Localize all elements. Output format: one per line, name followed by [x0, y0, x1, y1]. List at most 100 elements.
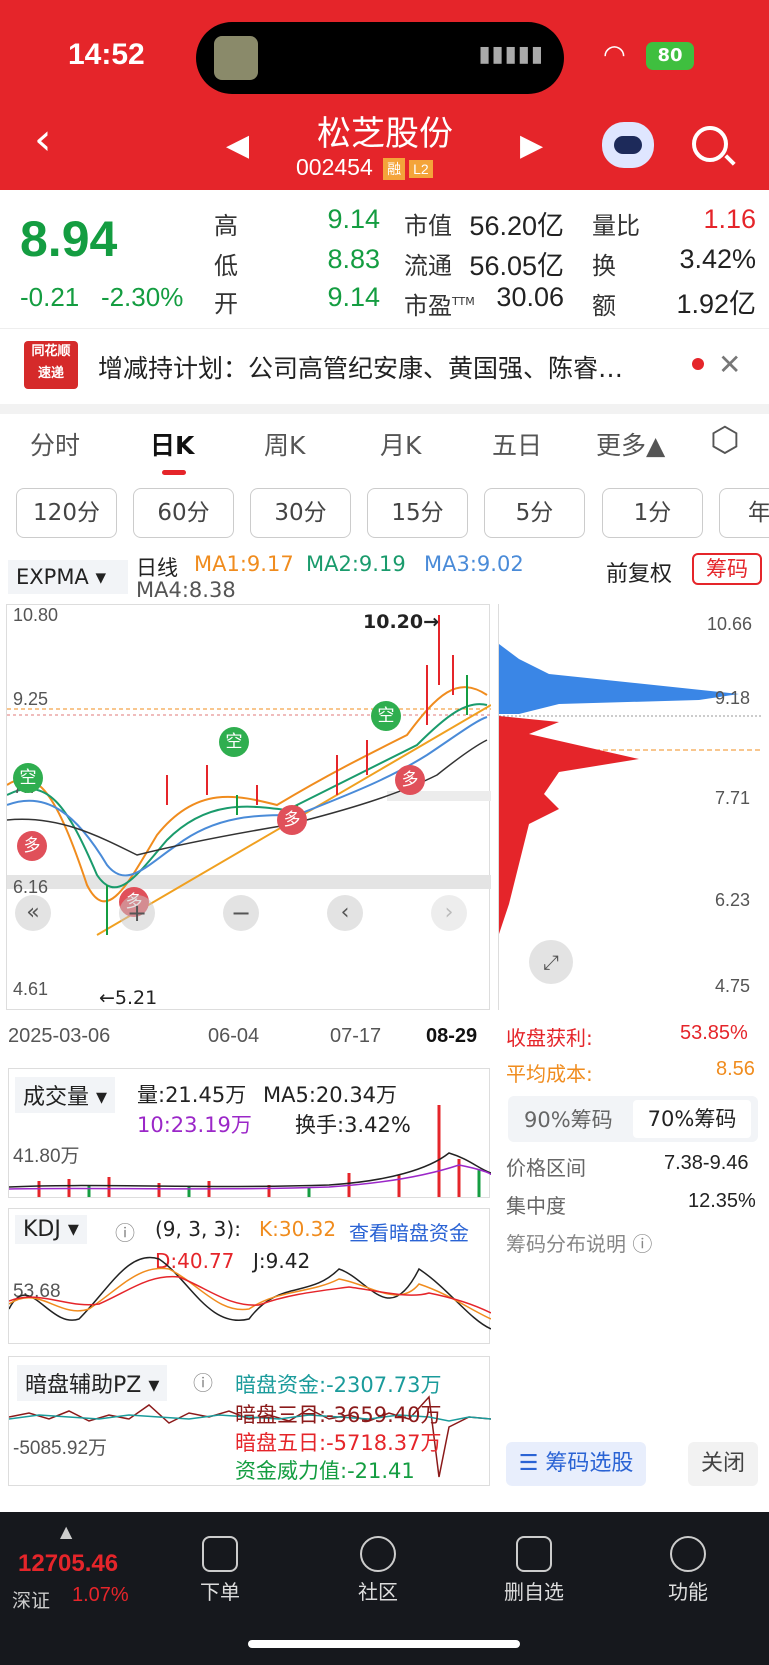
stock-code-row: 002454 融 L2 [296, 154, 433, 181]
amount-value: 1.92亿 [676, 289, 756, 319]
nav-community[interactable]: 社区 [328, 1576, 428, 1605]
tab-weekly-k[interactable]: 周K [264, 426, 305, 462]
zoom-out-icon[interactable]: − [223, 895, 259, 931]
kline-chart[interactable]: 10.80 9.25 7.7 6.16 4.61 10.20→ ←5.21 空 … [6, 604, 491, 1010]
ttm-mark: TTM [452, 295, 475, 308]
tab-five-day[interactable]: 五日 [492, 426, 542, 462]
period-15min[interactable]: 15分 [367, 488, 468, 538]
expand-icon[interactable]: ⤢ [529, 940, 573, 984]
nav-functions[interactable]: 功能 [638, 1576, 738, 1605]
y-axis-bottom: 4.61 [13, 979, 49, 999]
period-60min[interactable]: 60分 [133, 488, 234, 538]
price-range-label: 价格区间 [506, 1156, 586, 1180]
y-axis-mid: 9.25 [13, 689, 49, 709]
index-percent: 1.07% [72, 1584, 129, 1606]
news-headline: 增减持计划：公司高管纪安康、黄国强、陈睿… [98, 354, 624, 383]
chip-tab-90[interactable]: 90%筹码 [524, 1104, 613, 1134]
chip-y-4-75: 4.75 [715, 976, 751, 996]
expand-up-icon[interactable]: ▲ [60, 1522, 72, 1541]
zoom-in-icon[interactable]: + [119, 895, 155, 931]
period-30min[interactable]: 30分 [250, 488, 351, 538]
chip-y-9-18: 9.18 [715, 688, 751, 708]
nav-remove-watchlist[interactable]: 删自选 [484, 1576, 584, 1605]
dark-fund-panel[interactable]: 暗盘辅助PZ ▾ ⓘ 暗盘资金:-2307.73万 -5085.92万 暗盘三日… [8, 1356, 491, 1486]
change-value: -0.21 [20, 282, 80, 312]
price-range-value: 7.38-9.46 [664, 1152, 749, 1174]
date-label: 2025-03-06 [8, 1025, 111, 1047]
high-label: 高 [214, 212, 238, 240]
avg-cost-label: 平均成本: [506, 1062, 593, 1086]
indicator-select[interactable]: EXPMA ▾ [8, 560, 128, 594]
tab-more[interactable]: 更多▲ [596, 426, 665, 462]
battery-indicator: 80 [646, 42, 694, 70]
nav-order[interactable]: 下单 [170, 1576, 270, 1605]
close-chip-button[interactable]: 关闭 [688, 1442, 758, 1486]
volume-ratio-value: 1.16 [703, 204, 756, 234]
volume-panel[interactable]: 成交量 ▾ 量:21.45万 MA5:20.34万 10:23.19万 换手:3… [8, 1068, 491, 1198]
remove-watchlist-icon[interactable] [516, 1536, 552, 1572]
signal-short-marker: 空 [13, 763, 43, 793]
level2-tag: L2 [409, 159, 433, 178]
amount-label: 额 [592, 292, 616, 320]
help-icon: ⓘ [632, 1232, 653, 1256]
prev-stock-icon[interactable]: ◀ [226, 128, 249, 163]
profit-value: 53.85% [680, 1022, 748, 1044]
fund-power-value: 资金威力值:-21.41 [235, 1459, 415, 1483]
index-value[interactable]: 12705.46 [18, 1550, 118, 1578]
chip-y-7-71: 7.71 [715, 788, 751, 808]
legend-ma3: MA3:9.02 [424, 552, 524, 576]
close-icon[interactable]: ✕ [718, 348, 741, 381]
media-thumbnail [214, 36, 258, 80]
chip-distribution-chart: 10.66 9.18 7.71 6.23 4.75 ⤢ [498, 604, 763, 1010]
kdj-panel[interactable]: KDJ ▾ ⓘ (9, 3, 3): K:30.32 查看暗盘资金 D:40.7… [8, 1208, 491, 1344]
tab-timeshare[interactable]: 分时 [30, 426, 80, 462]
chip-toggle-button[interactable]: 筹码 [692, 553, 762, 585]
dynamic-island: ▮▮▮▮▮ [196, 22, 564, 94]
float-cap-value: 56.05亿 [469, 251, 564, 281]
audio-wave-icon: ▮▮▮▮▮ [478, 42, 544, 67]
period-1min[interactable]: 1分 [602, 488, 703, 538]
back-icon[interactable]: ‹ [34, 118, 52, 162]
turnover-label: 换 [592, 252, 616, 280]
chip-tab-70[interactable]: 70%筹码 [633, 1100, 751, 1138]
next-stock-icon[interactable]: ▶ [520, 128, 543, 163]
chip-select-button[interactable]: ☰ 筹码选股 [506, 1442, 646, 1486]
status-time: 14:52 [68, 38, 145, 71]
tab-daily-k[interactable]: 日K [150, 426, 194, 462]
change-percent: -2.30% [100, 282, 184, 312]
news-ticker[interactable]: 同花顺 速递 增减持计划：公司高管纪安康、黄国强、陈睿… [0, 328, 769, 402]
dark-fund-3day: 暗盘三日:-3659.40万 [235, 1403, 442, 1427]
profit-label: 收盘获利: [506, 1026, 593, 1050]
stock-name: 松芝股份 [317, 114, 453, 154]
open-value: 9.14 [327, 282, 380, 312]
signal-short-marker: 空 [371, 701, 401, 731]
menu-icon[interactable] [670, 1536, 706, 1572]
app-header: 14:52 ▮▮▮▮▮ ◠ 80 ‹ ◀ 松芝股份 002454 融 L2 ▶ [0, 0, 769, 190]
home-indicator [248, 1640, 520, 1648]
dark-fund-5day: 暗盘五日:-5718.37万 [235, 1431, 442, 1455]
adjust-mode[interactable]: 前复权 [606, 556, 672, 588]
search-icon[interactable] [692, 126, 728, 162]
order-icon[interactable] [202, 1536, 238, 1572]
low-label: 低 [214, 252, 238, 280]
tab-monthly-k[interactable]: 月K [380, 426, 421, 462]
pe-value: 30.06 [496, 282, 564, 312]
period-5min[interactable]: 5分 [484, 488, 585, 538]
scroll-left-icon[interactable]: ‹ [327, 895, 363, 931]
rewind-icon[interactable]: « [15, 895, 51, 931]
signal-short-marker: 空 [219, 727, 249, 757]
settings-hex-icon[interactable]: ⬡ [710, 420, 740, 460]
date-label: 07-17 [330, 1025, 382, 1047]
chip-explain-link[interactable]: 筹码分布说明 ⓘ [506, 1228, 652, 1257]
period-120min[interactable]: 120分 [16, 488, 117, 538]
scroll-right-icon[interactable]: › [431, 895, 467, 931]
date-label: 08-29 [426, 1025, 478, 1047]
date-label: 06-04 [208, 1025, 260, 1047]
community-icon[interactable] [360, 1536, 396, 1572]
price-change: -0.21 -2.30% [20, 282, 183, 313]
index-name: 深证 [12, 1590, 51, 1612]
low-value: 8.83 [327, 244, 380, 274]
high-annotation: 10.20→ [363, 611, 440, 633]
robot-assistant-icon[interactable] [602, 122, 654, 168]
period-year[interactable]: 年 [719, 488, 769, 538]
